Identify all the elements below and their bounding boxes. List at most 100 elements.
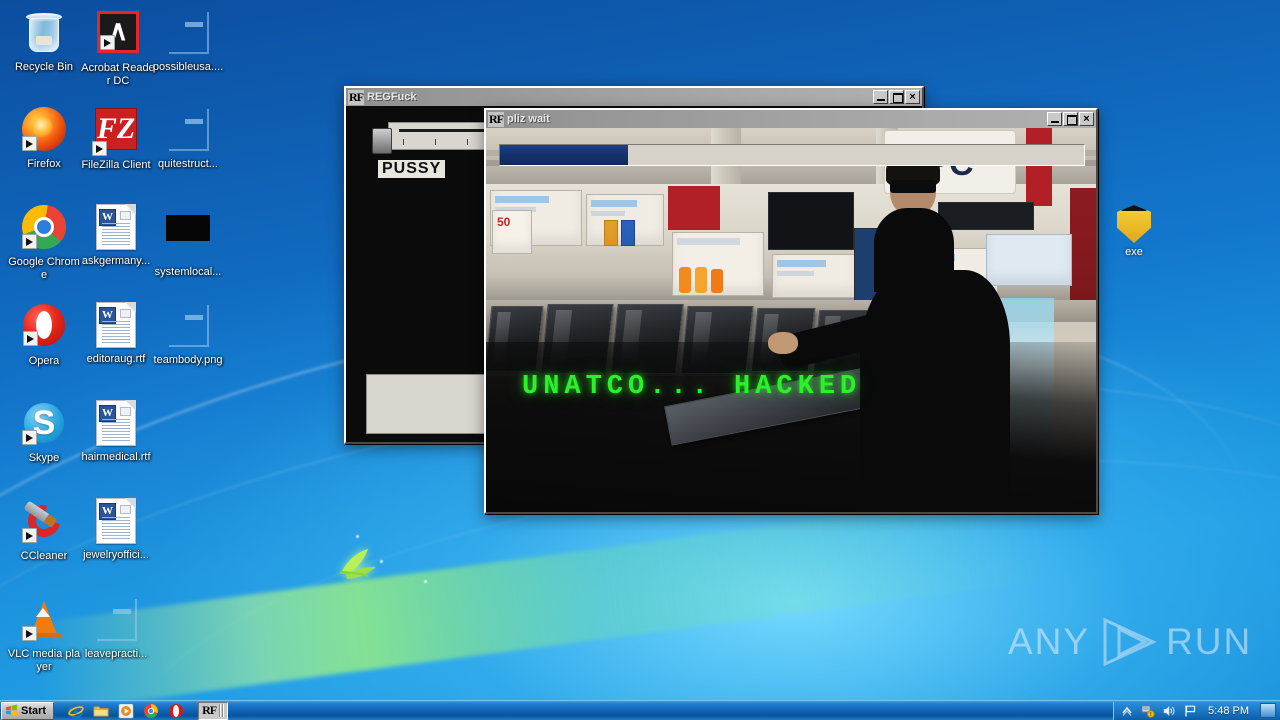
desktop-icon-ccleaner[interactable]: CCleaner (6, 497, 82, 563)
media-player-icon[interactable] (118, 702, 134, 719)
window-controls-pliz-wait: × (1047, 112, 1094, 126)
quick-launch-bar: e (68, 702, 184, 719)
window-title-regfuck: REGFuck (367, 91, 417, 103)
taskbar-task-label: RF (202, 703, 217, 717)
action-center-flag-icon[interactable] (1183, 704, 1197, 718)
regfuck-knob[interactable] (372, 128, 392, 154)
filezilla-icon: FZ (92, 108, 137, 156)
recycle-bin-icon (24, 10, 64, 54)
black-thumbnail-icon (166, 215, 210, 241)
taskbar[interactable]: Start e RF ! 5:48 PM (0, 700, 1280, 720)
rtf-document-icon: W (96, 302, 136, 348)
desktop-icon-jewelryoffici[interactable]: Wjewelryoffici... (78, 497, 154, 562)
taskbar-task-regfuck[interactable]: RF (198, 701, 229, 720)
blank-file-icon (167, 303, 209, 347)
anyrun-watermark-right: RUN (1166, 621, 1253, 662)
volume-icon[interactable] (1162, 704, 1176, 718)
opera-icon[interactable] (168, 703, 184, 719)
desktop-icon-label: askgermany... (81, 255, 151, 267)
desktop-icon-systemlocal[interactable]: systemlocal... (150, 203, 226, 279)
desktop-icon-askgermany[interactable]: Waskgermany... (78, 203, 154, 268)
desktop-icon-label: systemlocal... (154, 266, 222, 278)
skype-icon: S (22, 401, 66, 445)
google-chrome-icon[interactable] (143, 703, 159, 719)
maximize-button[interactable] (889, 90, 904, 104)
desktop-icon-quitestruct[interactable]: quitestruct... (150, 105, 226, 171)
desktop-icon-label: hairmedical.rtf (81, 451, 151, 463)
wallpaper-leaf-graphic (339, 549, 376, 579)
store-photo: 50 PC (486, 128, 1096, 512)
desktop-icon-google-chrome[interactable]: Google Chrome (6, 203, 82, 281)
wallpaper-sparkle (424, 580, 427, 583)
pliz-wait-content-area: 50 PC (486, 128, 1096, 512)
desktop-icon-acrobat-reader-dc[interactable]: ∧ Acrobat Reader DC (80, 8, 156, 87)
desktop-icon-label: possibleusa.... (152, 61, 224, 73)
network-icon[interactable]: ! (1141, 704, 1155, 718)
start-button[interactable]: Start (1, 701, 55, 720)
vlc-icon (22, 597, 66, 641)
minimize-button[interactable] (873, 90, 888, 104)
desktop-icon-label: Skype (28, 452, 60, 464)
progress-bar (499, 144, 1085, 166)
desktop-icon-firefox[interactable]: Firefox (6, 105, 82, 171)
desktop-icon-teambody-png[interactable]: teambody.png (150, 301, 226, 367)
rf-app-icon: RF (348, 89, 364, 105)
svg-text:e: e (74, 706, 78, 716)
desktop-icon-possibleusa[interactable]: possibleusa.... (150, 8, 226, 74)
desktop-icon-label: Opera (28, 355, 60, 367)
blank-file-icon (167, 107, 209, 151)
close-button[interactable]: × (905, 90, 920, 104)
acrobat-reader-icon: ∧ (97, 11, 139, 53)
desktop-icon-label: leavepracti... (84, 648, 148, 660)
internet-explorer-icon[interactable]: e (68, 703, 84, 719)
desktop-icon-label: Recycle Bin (14, 61, 74, 73)
show-hidden-icons-icon[interactable] (1120, 704, 1134, 718)
rtf-document-icon: W (96, 498, 136, 544)
progress-bar-fill (500, 145, 629, 165)
windows-explorer-icon[interactable] (93, 703, 109, 719)
firefox-icon (22, 107, 66, 151)
titlebar-regfuck[interactable]: RF REGFuck × (346, 88, 922, 106)
desktop-icon-label: VLC media player (7, 648, 81, 673)
desktop-icon-label: jewelryoffici... (83, 549, 149, 561)
desktop-icon-label: Google Chrome (8, 256, 80, 281)
desktop-icon-vlc-media-player[interactable]: VLC media player (6, 595, 82, 673)
desktop-icon-opera[interactable]: Opera (6, 301, 82, 368)
desktop-icon-label: editoraug.rtf (86, 353, 146, 365)
rtf-document-icon: W (96, 400, 136, 446)
desktop-icon-hairmedical-rtf[interactable]: Whairmedical.rtf (78, 399, 154, 464)
taskbar-clock[interactable]: 5:48 PM (1204, 705, 1253, 717)
desktop-icon-label: exe (1125, 246, 1143, 258)
desktop-icon-label: Firefox (27, 158, 61, 170)
desktop-icon-exe[interactable]: exe (1094, 205, 1174, 258)
blank-file-icon (167, 10, 209, 54)
desktop-icon-skype[interactable]: S Skype (6, 399, 82, 465)
desktop-icon-label: quitestruct... (158, 158, 218, 170)
show-desktop-button[interactable] (1260, 703, 1276, 718)
person-figure (860, 270, 1010, 512)
hacked-overlay-text: UNATCO... HACKED (522, 372, 862, 402)
window-pliz-wait[interactable]: RF pliz wait × 50 UNATCO... HACKED (484, 108, 1098, 514)
maximize-button[interactable] (1063, 112, 1078, 126)
window-controls-regfuck: × (873, 90, 920, 104)
ccleaner-icon (21, 498, 67, 544)
anyrun-watermark: ANY RUN (1008, 612, 1266, 672)
rtf-document-icon: W (96, 204, 136, 250)
minimize-button[interactable] (1047, 112, 1062, 126)
wallpaper-sparkle (356, 535, 359, 538)
close-button[interactable]: × (1079, 112, 1094, 126)
desktop-icon-leavepracti[interactable]: leavepracti... (78, 595, 154, 661)
desktop-icon-label: CCleaner (20, 550, 68, 562)
desktop-icon-label: FileZilla Client (81, 159, 151, 171)
svg-text:!: ! (1150, 712, 1152, 718)
rf-app-icon: RF (488, 111, 504, 127)
desktop-icon-recycle-bin[interactable]: Recycle Bin (6, 8, 82, 74)
blank-file-icon (95, 597, 137, 641)
windows-logo-icon (5, 704, 18, 717)
titlebar-pliz-wait[interactable]: RF pliz wait × (486, 110, 1096, 128)
play-triangle-icon (1103, 617, 1157, 667)
desktop-icon-editoraug-rtf[interactable]: Weditoraug.rtf (78, 301, 154, 366)
system-tray: ! 5:48 PM (1113, 701, 1280, 720)
desktop-icon-filezilla-client[interactable]: FZ FileZilla Client (78, 105, 154, 172)
desktop-icon-label: teambody.png (153, 354, 223, 366)
